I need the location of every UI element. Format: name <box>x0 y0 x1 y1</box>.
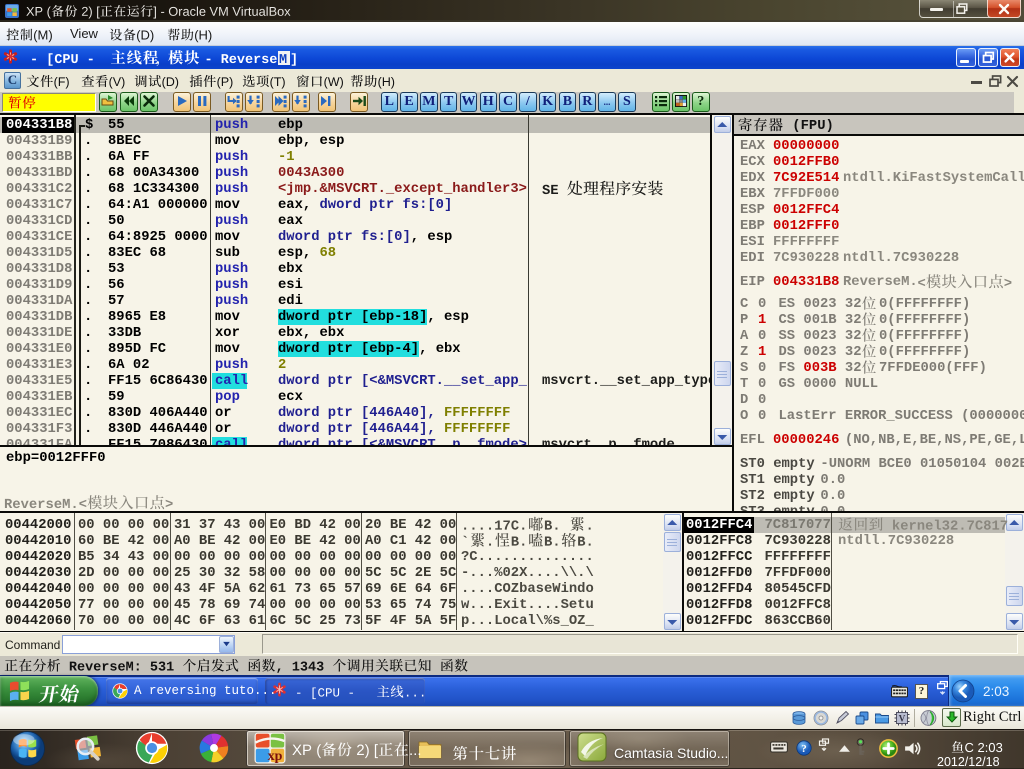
svg-text:V: V <box>899 714 906 724</box>
svg-text:?: ? <box>801 743 807 755</box>
svg-text:xp: xp <box>268 749 283 764</box>
